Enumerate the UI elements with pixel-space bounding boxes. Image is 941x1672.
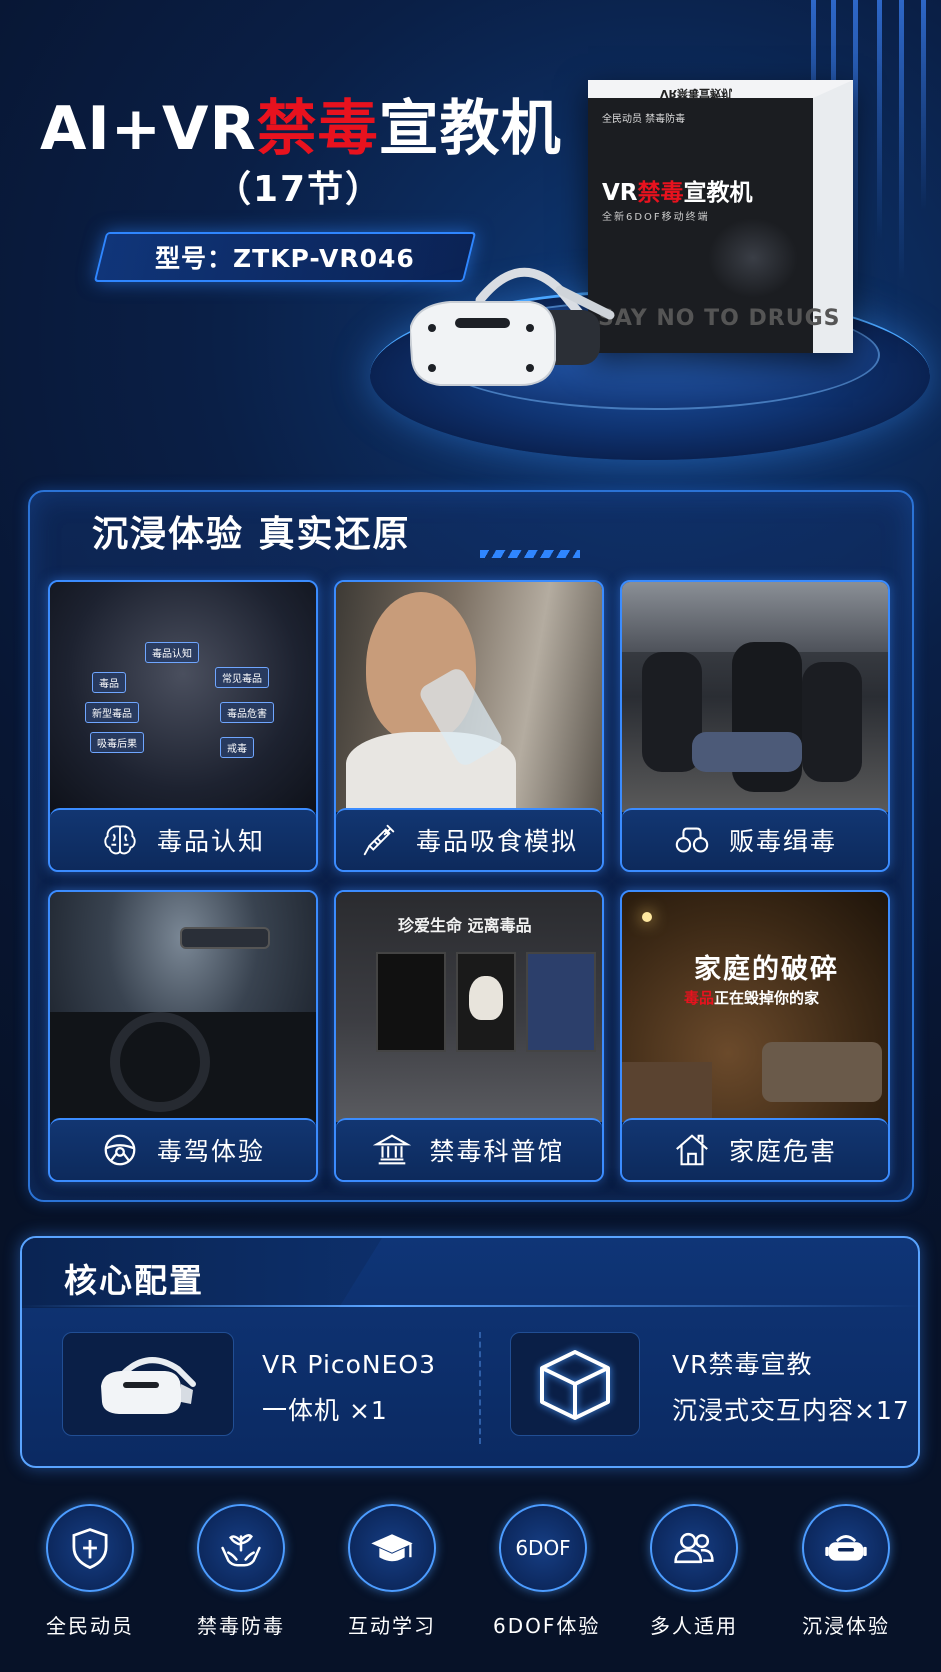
title-suffix: 宣教机	[378, 94, 562, 164]
card-image: 珍爱生命 远离毒品	[336, 892, 602, 1122]
feature-6dof: 6DOF 6DOF体验	[493, 1504, 601, 1639]
card-label-text: 家庭危害	[728, 1137, 837, 1166]
syringe-icon	[363, 824, 395, 856]
museum-banner-text: 珍爱生命 远离毒品	[398, 916, 532, 935]
card-label: 毒品认知	[50, 808, 316, 870]
title-prefix: AI+VR	[40, 94, 257, 164]
card-label-text: 毒品吸食模拟	[415, 827, 578, 856]
exhibit-board	[526, 952, 596, 1052]
lamp-illustration	[642, 912, 652, 922]
feature-icon-ring: 6DOF	[499, 1504, 587, 1592]
card-label: 毒品吸食模拟	[336, 808, 602, 870]
config-item-1-text: VR PicoNEO3 一体机 ×1	[262, 1342, 436, 1434]
card-label: 毒驾体验	[50, 1118, 316, 1180]
box-title: VR禁毒宣教机	[602, 180, 753, 206]
exhibit-board-skull	[456, 952, 516, 1052]
feature-icon-ring	[348, 1504, 436, 1592]
card-drug-awareness[interactable]: 毒品认知 毒品 常见毒品 新型毒品 毒品危害 吸毒后果 戒毒 毒品认知	[48, 580, 318, 872]
steering-wheel-icon	[104, 1134, 136, 1166]
model-text: 型号：ZTKP-VR046	[155, 244, 415, 273]
suspect-illustration	[692, 732, 802, 772]
exhibit-board	[376, 952, 446, 1052]
feature-multi-user: 多人适用	[644, 1504, 744, 1639]
box-top-text: VR禁毒宣教机	[660, 87, 732, 100]
card-family-harm[interactable]: 家庭的破碎 毒品正在毁掉你的家 家庭危害	[620, 890, 890, 1182]
card-drug-simulation[interactable]: 毒品吸食模拟	[334, 580, 604, 872]
feature-prevention: 禁毒防毒	[191, 1504, 291, 1639]
feature-icon-ring	[197, 1504, 285, 1592]
feature-icon-ring	[650, 1504, 738, 1592]
steering-illustration	[110, 1012, 210, 1112]
mirror-illustration	[180, 927, 270, 949]
feature-icon-ring	[46, 1504, 134, 1592]
box-corner-text: 全民动员 禁毒防毒	[602, 114, 686, 125]
feature-label: 6DOF体验	[493, 1614, 601, 1638]
box-subtitle: 全新6DOF移动终端	[602, 212, 710, 223]
handcuffs-icon	[675, 827, 709, 853]
card-image: 毒品认知 毒品 常见毒品 新型毒品 毒品危害 吸毒后果 戒毒	[50, 582, 316, 812]
config-title: 核心配置	[64, 1261, 204, 1300]
card-label: 贩毒缉毒	[622, 808, 888, 870]
card-anti-trafficking[interactable]: 贩毒缉毒	[620, 580, 890, 872]
vr-headset-icon	[825, 1535, 867, 1561]
config-item-2-line1: VR禁毒宣教	[672, 1350, 813, 1379]
feature-label: 禁毒防毒	[197, 1614, 285, 1638]
page: AI+VR禁毒宣教机 （17节） 型号：ZTKP-VR046 全民动员 禁毒防毒…	[0, 0, 941, 1672]
card-anti-drug-museum[interactable]: 珍爱生命 远离毒品 禁毒科普馆	[334, 890, 604, 1182]
museum-icon	[373, 1134, 412, 1165]
6dof-icon: 6DOF	[515, 1536, 571, 1560]
card-image	[50, 892, 316, 1122]
cube-icon	[540, 1350, 610, 1420]
shield-icon	[72, 1528, 108, 1570]
box-art	[708, 218, 798, 298]
page-title: AI+VR禁毒宣教机	[40, 80, 562, 167]
feature-label: 沉浸体验	[802, 1614, 890, 1638]
card-label: 家庭危害	[622, 1118, 888, 1180]
config-item-2-line2: 沉浸式交互内容×17	[672, 1396, 910, 1425]
sofa-illustration	[762, 1042, 882, 1102]
card-label-text: 禁毒科普馆	[429, 1137, 565, 1166]
hands-plant-icon	[221, 1534, 261, 1567]
page-subtitle: （17节）	[215, 169, 384, 210]
feature-mobilization: 全民动员	[40, 1504, 140, 1639]
card-image	[336, 582, 602, 812]
family-banner-subtitle: 毒品正在毁掉你的家	[684, 989, 820, 1007]
title-highlight: 禁毒	[256, 94, 379, 164]
config-item-headset	[62, 1332, 234, 1436]
card-drug-driving[interactable]: 毒驾体验	[48, 890, 318, 1182]
group-icon	[674, 1532, 714, 1564]
feature-label: 全民动员	[46, 1614, 134, 1638]
house-icon	[676, 1134, 708, 1166]
vr-headset-image	[410, 267, 615, 386]
feature-icon-ring	[802, 1504, 890, 1592]
decor-stripes	[480, 550, 580, 558]
feature-immersive: 沉浸体验	[796, 1504, 896, 1639]
feature-label: 互动学习	[348, 1614, 436, 1638]
config-item-2-text: VR禁毒宣教 沉浸式交互内容×17	[672, 1342, 910, 1434]
table-illustration	[622, 1062, 712, 1122]
officer-illustration	[802, 662, 862, 782]
box-slogan: SAY NO TO DRUGS	[598, 306, 841, 331]
card-label-text: 毒品认知	[156, 827, 265, 856]
feature-interactive-learning: 互动学习	[342, 1504, 442, 1639]
experience-title: 沉浸体验 真实还原	[92, 514, 411, 555]
brain-icon	[104, 825, 136, 855]
card-image	[622, 582, 888, 812]
family-banner-title: 家庭的破碎	[694, 954, 839, 985]
config-item-1-line1: VR PicoNEO3	[262, 1350, 437, 1379]
config-item-divider	[479, 1332, 481, 1444]
config-item-1-line2: 一体机 ×1	[262, 1396, 388, 1425]
feature-label: 多人适用	[650, 1614, 738, 1638]
config-item-content	[510, 1332, 640, 1436]
card-image: 家庭的破碎 毒品正在毁掉你的家	[622, 892, 888, 1122]
card-label-text: 毒驾体验	[156, 1137, 265, 1166]
vr-headset-icon	[101, 1357, 196, 1414]
graduation-cap-icon	[371, 1534, 413, 1562]
card-label-text: 贩毒缉毒	[728, 827, 837, 856]
card-label: 禁毒科普馆	[336, 1118, 602, 1180]
config-divider-line	[20, 1305, 920, 1307]
